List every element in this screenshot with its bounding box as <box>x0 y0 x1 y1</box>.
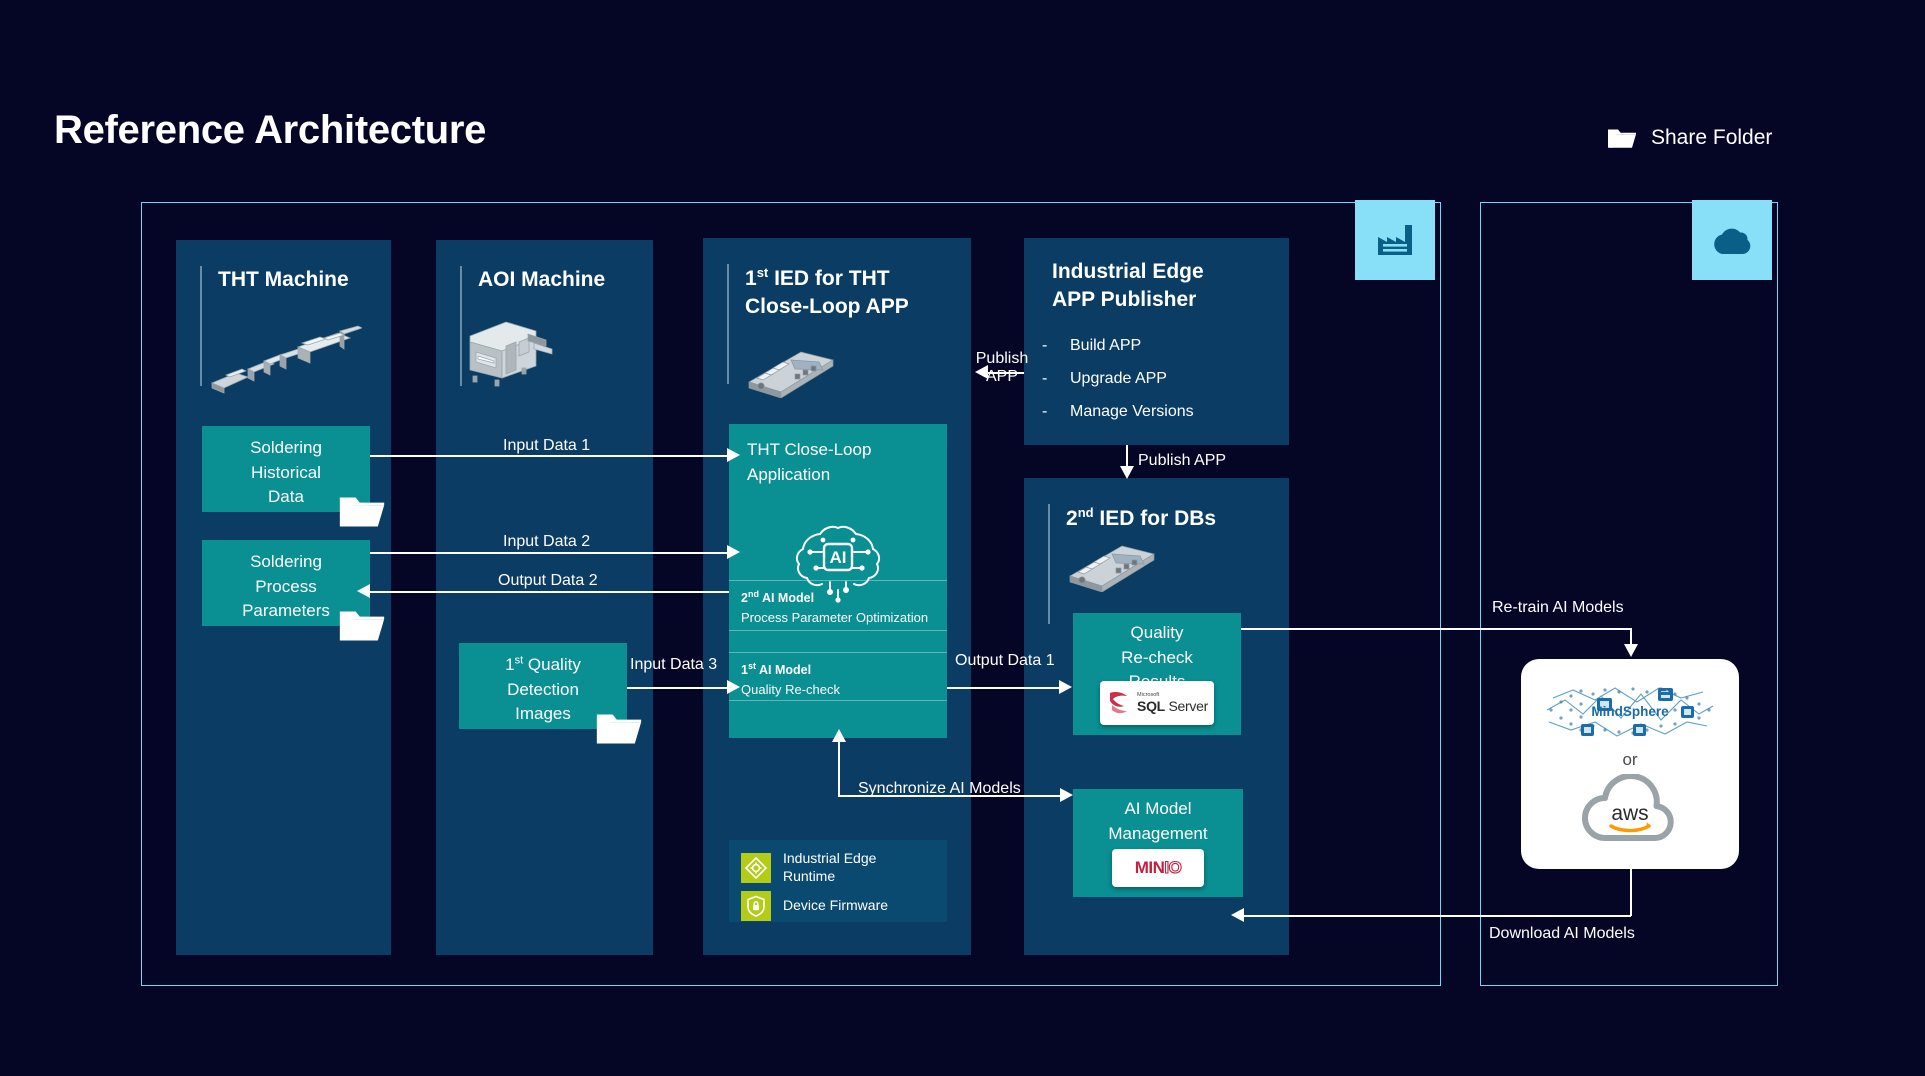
flow-line <box>370 552 727 554</box>
data-box-quality-images: 1st Quality Detection Images <box>459 643 642 744</box>
divider <box>729 630 947 631</box>
flow-line <box>370 591 729 593</box>
arrow-head <box>727 448 740 462</box>
box-line: Historical <box>251 462 321 482</box>
panel-aoi-title: AOI Machine <box>478 268 606 291</box>
panel-ied1-title: 1st IED for THT Close-Loop APP <box>745 265 909 319</box>
box-line: Process <box>255 576 317 596</box>
box-line: Detection <box>507 679 579 699</box>
bullet-item: - Upgrade APP <box>1042 369 1167 387</box>
divider <box>729 652 947 653</box>
folder-icon <box>338 606 386 644</box>
svg-text:aws: aws <box>1611 802 1648 825</box>
cloud-platform-card: MindSphere or aws <box>1521 659 1739 869</box>
firmware-label: Device Firmware <box>783 897 889 914</box>
folder-icon <box>595 709 643 747</box>
flow-line <box>1241 628 1630 630</box>
arrow-head <box>727 680 740 694</box>
flow-label-input-data-1: Input Data 1 <box>503 437 591 454</box>
flow-line <box>627 687 727 689</box>
flow-label-output-data-1: Output Data 1 <box>955 652 1055 669</box>
diagram-canvas: Reference Architecture Share Folder THT … <box>0 0 1925 1076</box>
ied-device-photo <box>745 342 837 398</box>
data-box-soldering-historical: Soldering Historical Data <box>202 426 385 527</box>
app-block-tht-close-loop: THT Close-Loop Application AI 2nd AI Mod… <box>729 424 947 738</box>
flow-label-publish-app-left: Publish APP <box>975 350 1029 385</box>
flow-line <box>1630 869 1632 916</box>
arrow-head <box>1059 680 1072 694</box>
mindsphere-logo: MindSphere <box>1537 680 1723 746</box>
aws-logo: aws <box>1571 774 1689 848</box>
sql-server-logo: Microsoft SQL Server <box>1100 681 1214 725</box>
panel-publisher-title: Industrial Edge APP Publisher <box>1052 260 1204 312</box>
amm-title: AI Model Management <box>1108 799 1208 843</box>
box-line: Soldering <box>250 552 322 571</box>
runtime-firmware-box: Industrial Edge Runtime Device Firmware <box>729 840 947 922</box>
arrow-head <box>1231 908 1244 922</box>
data-box-quality-results: Quality Re-check Results Microsoft SQL S… <box>1073 613 1241 735</box>
runtime-label: Industrial Edge Runtime <box>783 850 877 884</box>
ai-model-2-subtitle: Process Parameter Optimization <box>741 609 929 625</box>
arrow-head <box>727 545 740 559</box>
flow-label-retrain-models: Re-train AI Models <box>1492 599 1624 616</box>
flow-line <box>947 687 1059 689</box>
ai-model-2: 2nd AI Model Process Parameter Optimizat… <box>729 582 947 635</box>
flow-label-input-data-2: Input Data 2 <box>503 533 591 550</box>
divider <box>729 700 947 701</box>
bullet-item: - Manage Versions <box>1042 402 1194 420</box>
publisher-bullets: - Build APP - Upgrade APP - Manage Versions <box>1042 330 1194 428</box>
share-folder-label: Share Folder <box>1651 126 1773 149</box>
cloud-icon <box>1692 200 1772 280</box>
mindsphere-label: MindSphere <box>1591 704 1669 719</box>
flow-label-input-data-3: Input Data 3 <box>630 656 718 673</box>
flow-label-output-data-2: Output Data 2 <box>498 572 598 589</box>
accent-rule <box>1048 504 1050 624</box>
arrow-head <box>1624 644 1638 657</box>
minio-logo: MIN IO <box>1112 849 1204 887</box>
ied-device-photo <box>1066 536 1158 592</box>
folder-icon <box>338 492 386 530</box>
arrow-head <box>1120 466 1134 479</box>
bullet-item: - Build APP <box>1042 337 1142 354</box>
folder-icon <box>1607 126 1637 150</box>
factory-icon <box>1355 200 1435 280</box>
box-line: 1st Quality <box>505 654 581 674</box>
accent-rule <box>727 264 729 384</box>
flow-label-synchronize-models: Synchronize AI Models <box>858 780 1021 797</box>
app-block-title: THT Close-Loop Application <box>747 440 872 484</box>
flow-line <box>370 455 727 457</box>
edge-runtime-icon <box>741 852 771 883</box>
arrow-head <box>832 729 846 742</box>
flow-label-download-models: Download AI Models <box>1489 925 1635 942</box>
share-folder-legend: Share Folder <box>1607 126 1772 150</box>
tht-machine-photo <box>202 325 362 395</box>
ai-model-1-subtitle: Quality Re-check <box>741 681 840 697</box>
arrow-head <box>357 584 370 598</box>
flow-line <box>1243 915 1631 917</box>
panel-app-publisher: Industrial Edge APP Publisher - Build APP … <box>1024 238 1289 445</box>
box-line: Soldering <box>250 438 322 457</box>
flow-line <box>838 740 840 796</box>
shield-lock-icon <box>741 891 771 921</box>
flow-label-publish-app-down: Publish APP <box>1138 452 1227 469</box>
runtime-row: Industrial Edge Runtime <box>741 850 935 885</box>
aoi-machine-photo <box>462 312 554 388</box>
panel-tht-title: THT Machine <box>218 268 349 291</box>
divider <box>729 580 947 581</box>
or-label: or <box>1622 750 1638 769</box>
panel-aoi-machine: AOI Machine <box>436 240 653 955</box>
firmware-row: Device Firmware <box>741 891 935 921</box>
data-box-soldering-parameters: Soldering Process Parameters <box>202 540 385 641</box>
data-box-model-management: AI Model Management MIN IO <box>1073 789 1243 897</box>
panel-ied2-title: 2nd IED for DBs <box>1066 505 1217 530</box>
page-title: Reference Architecture <box>54 108 487 152</box>
svg-text:AI: AI <box>830 548 847 567</box>
arrow-head <box>1060 788 1073 802</box>
